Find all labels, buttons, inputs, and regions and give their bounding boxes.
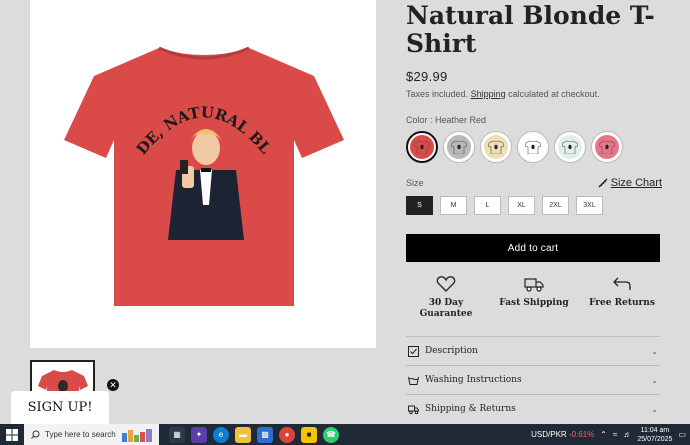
- whatsapp-icon[interactable]: ☎: [323, 426, 339, 443]
- ruler-icon: [598, 178, 608, 188]
- clock-time: 11:04 am: [640, 426, 670, 434]
- tax-prefix: Taxes included.: [406, 89, 469, 99]
- wifi-icon[interactable]: ≈: [613, 430, 617, 439]
- volume-icon[interactable]: ♬: [623, 430, 631, 439]
- mini-tshirt-icon: [562, 140, 578, 154]
- swatch-fill: [447, 135, 471, 159]
- mini-tshirt-icon: [488, 140, 504, 154]
- product-price: $29.99: [406, 69, 448, 84]
- feature-returns-label: Free Returns: [589, 298, 655, 308]
- copilot-icon[interactable]: ✦: [191, 426, 207, 443]
- swatch-fill: [558, 135, 582, 159]
- currency-change: -0.61%: [568, 430, 595, 439]
- swatch-fill: [484, 135, 508, 159]
- currency-label: USD/PKR: [531, 430, 567, 439]
- color-swatch[interactable]: [517, 131, 549, 163]
- swatch-fill: [410, 135, 434, 159]
- search-highlight-icon: [122, 429, 152, 442]
- chevron-down-icon: ⌄: [651, 404, 658, 414]
- size-options: S M L XL 2XL 3XL: [406, 196, 662, 215]
- tax-suffix: calculated at checkout.: [508, 89, 600, 99]
- tax-note: Taxes included. Shipping calculated at c…: [406, 89, 662, 99]
- size-label: Size: [406, 178, 424, 188]
- accordion-list: Description ⌄ Washing Instructions ⌄ Shi…: [406, 336, 660, 423]
- search-icon: [31, 430, 40, 439]
- task-view-icon[interactable]: ▦: [169, 426, 185, 443]
- clock-date: 25/07/2025: [637, 435, 673, 443]
- size-option[interactable]: M: [440, 196, 467, 215]
- truck-icon: [408, 405, 419, 414]
- size-chart-label: Size Chart: [610, 177, 662, 189]
- color-swatch[interactable]: [480, 131, 512, 163]
- washing-icon: [408, 376, 419, 385]
- accordion-shipping[interactable]: Shipping & Returns ⌄: [406, 394, 660, 423]
- size-option[interactable]: XL: [508, 196, 535, 215]
- mini-tshirt-icon: [414, 140, 430, 154]
- add-to-cart-button[interactable]: Add to cart: [406, 234, 660, 262]
- chevron-down-icon: ⌄: [651, 375, 658, 385]
- size-option[interactable]: 3XL: [576, 196, 603, 215]
- product-info: Natural Blonde T-Shirt $29.99 Taxes incl…: [406, 0, 662, 320]
- sticky-notes-icon[interactable]: ■: [301, 426, 317, 443]
- product-image[interactable]: BLONDE, NATURAL BLONDE: [30, 0, 376, 348]
- accordion-washing-label: Washing Instructions: [425, 375, 522, 385]
- color-swatch[interactable]: [406, 131, 438, 163]
- mini-tshirt-icon: [451, 140, 467, 154]
- windows-icon: [6, 428, 18, 441]
- search-placeholder: Type here to search: [45, 430, 116, 439]
- chrome-icon[interactable]: ●: [279, 426, 295, 443]
- accordion-description-label: Description: [425, 346, 478, 356]
- color-swatch[interactable]: [591, 131, 623, 163]
- chevron-down-icon: ⌄: [651, 346, 658, 356]
- size-chart-link[interactable]: Size Chart: [598, 177, 662, 189]
- size-option[interactable]: S: [406, 196, 433, 215]
- features-row: 30 Day Guarantee Fast Shipping Free Retu…: [406, 275, 662, 320]
- feature-returns: Free Returns: [582, 275, 662, 320]
- color-swatch[interactable]: [443, 131, 475, 163]
- accordion-description[interactable]: Description ⌄: [406, 336, 660, 365]
- taskbar-apps: ▦ ✦ e ▬ ▩ ● ■ ☎: [169, 426, 339, 443]
- feature-shipping: Fast Shipping: [494, 275, 574, 320]
- swatch-fill: [521, 135, 545, 159]
- system-tray: USD/PKR -0.61% ⌃ ≈ ♬ 11:04 am 25/07/2025…: [531, 426, 690, 444]
- feature-guarantee-label: 30 Day Guarantee: [419, 298, 473, 319]
- checkbox-icon: [408, 345, 419, 357]
- store-icon[interactable]: ▩: [257, 426, 273, 443]
- truck-icon: [524, 278, 544, 292]
- size-option[interactable]: L: [474, 196, 501, 215]
- mini-tshirt-icon: [525, 140, 541, 154]
- edge-icon[interactable]: e: [213, 426, 229, 443]
- shipping-link[interactable]: Shipping: [471, 89, 506, 99]
- currency-widget[interactable]: USD/PKR -0.61%: [531, 430, 594, 439]
- accordion-washing[interactable]: Washing Instructions ⌄: [406, 365, 660, 394]
- color-swatches: [406, 131, 662, 163]
- tshirt-image: BLONDE, NATURAL BLONDE: [64, 40, 344, 306]
- accordion-shipping-label: Shipping & Returns: [425, 404, 516, 414]
- color-label: Color : Heather Red: [406, 115, 487, 125]
- clock[interactable]: 11:04 am 25/07/2025: [637, 426, 672, 444]
- heart-icon: [436, 276, 456, 292]
- close-icon[interactable]: ✕: [107, 379, 119, 391]
- color-swatch[interactable]: [554, 131, 586, 163]
- feature-guarantee: 30 Day Guarantee: [406, 275, 486, 320]
- notifications-icon[interactable]: ▭: [678, 430, 686, 439]
- file-explorer-icon[interactable]: ▬: [235, 426, 251, 443]
- signup-button[interactable]: SIGN UP!: [11, 391, 109, 424]
- product-title: Natural Blonde T-Shirt: [406, 1, 655, 58]
- taskbar-search[interactable]: Type here to search: [24, 424, 159, 445]
- swatch-fill: [595, 135, 619, 159]
- chevron-up-icon[interactable]: ⌃: [600, 430, 607, 439]
- start-button[interactable]: [0, 424, 24, 445]
- feature-shipping-label: Fast Shipping: [499, 298, 569, 308]
- return-arrow-icon: [613, 277, 631, 290]
- mini-tshirt-icon: [599, 140, 615, 154]
- windows-taskbar: Type here to search ▦ ✦ e ▬ ▩ ● ■ ☎ USD/…: [0, 424, 690, 445]
- size-option[interactable]: 2XL: [542, 196, 569, 215]
